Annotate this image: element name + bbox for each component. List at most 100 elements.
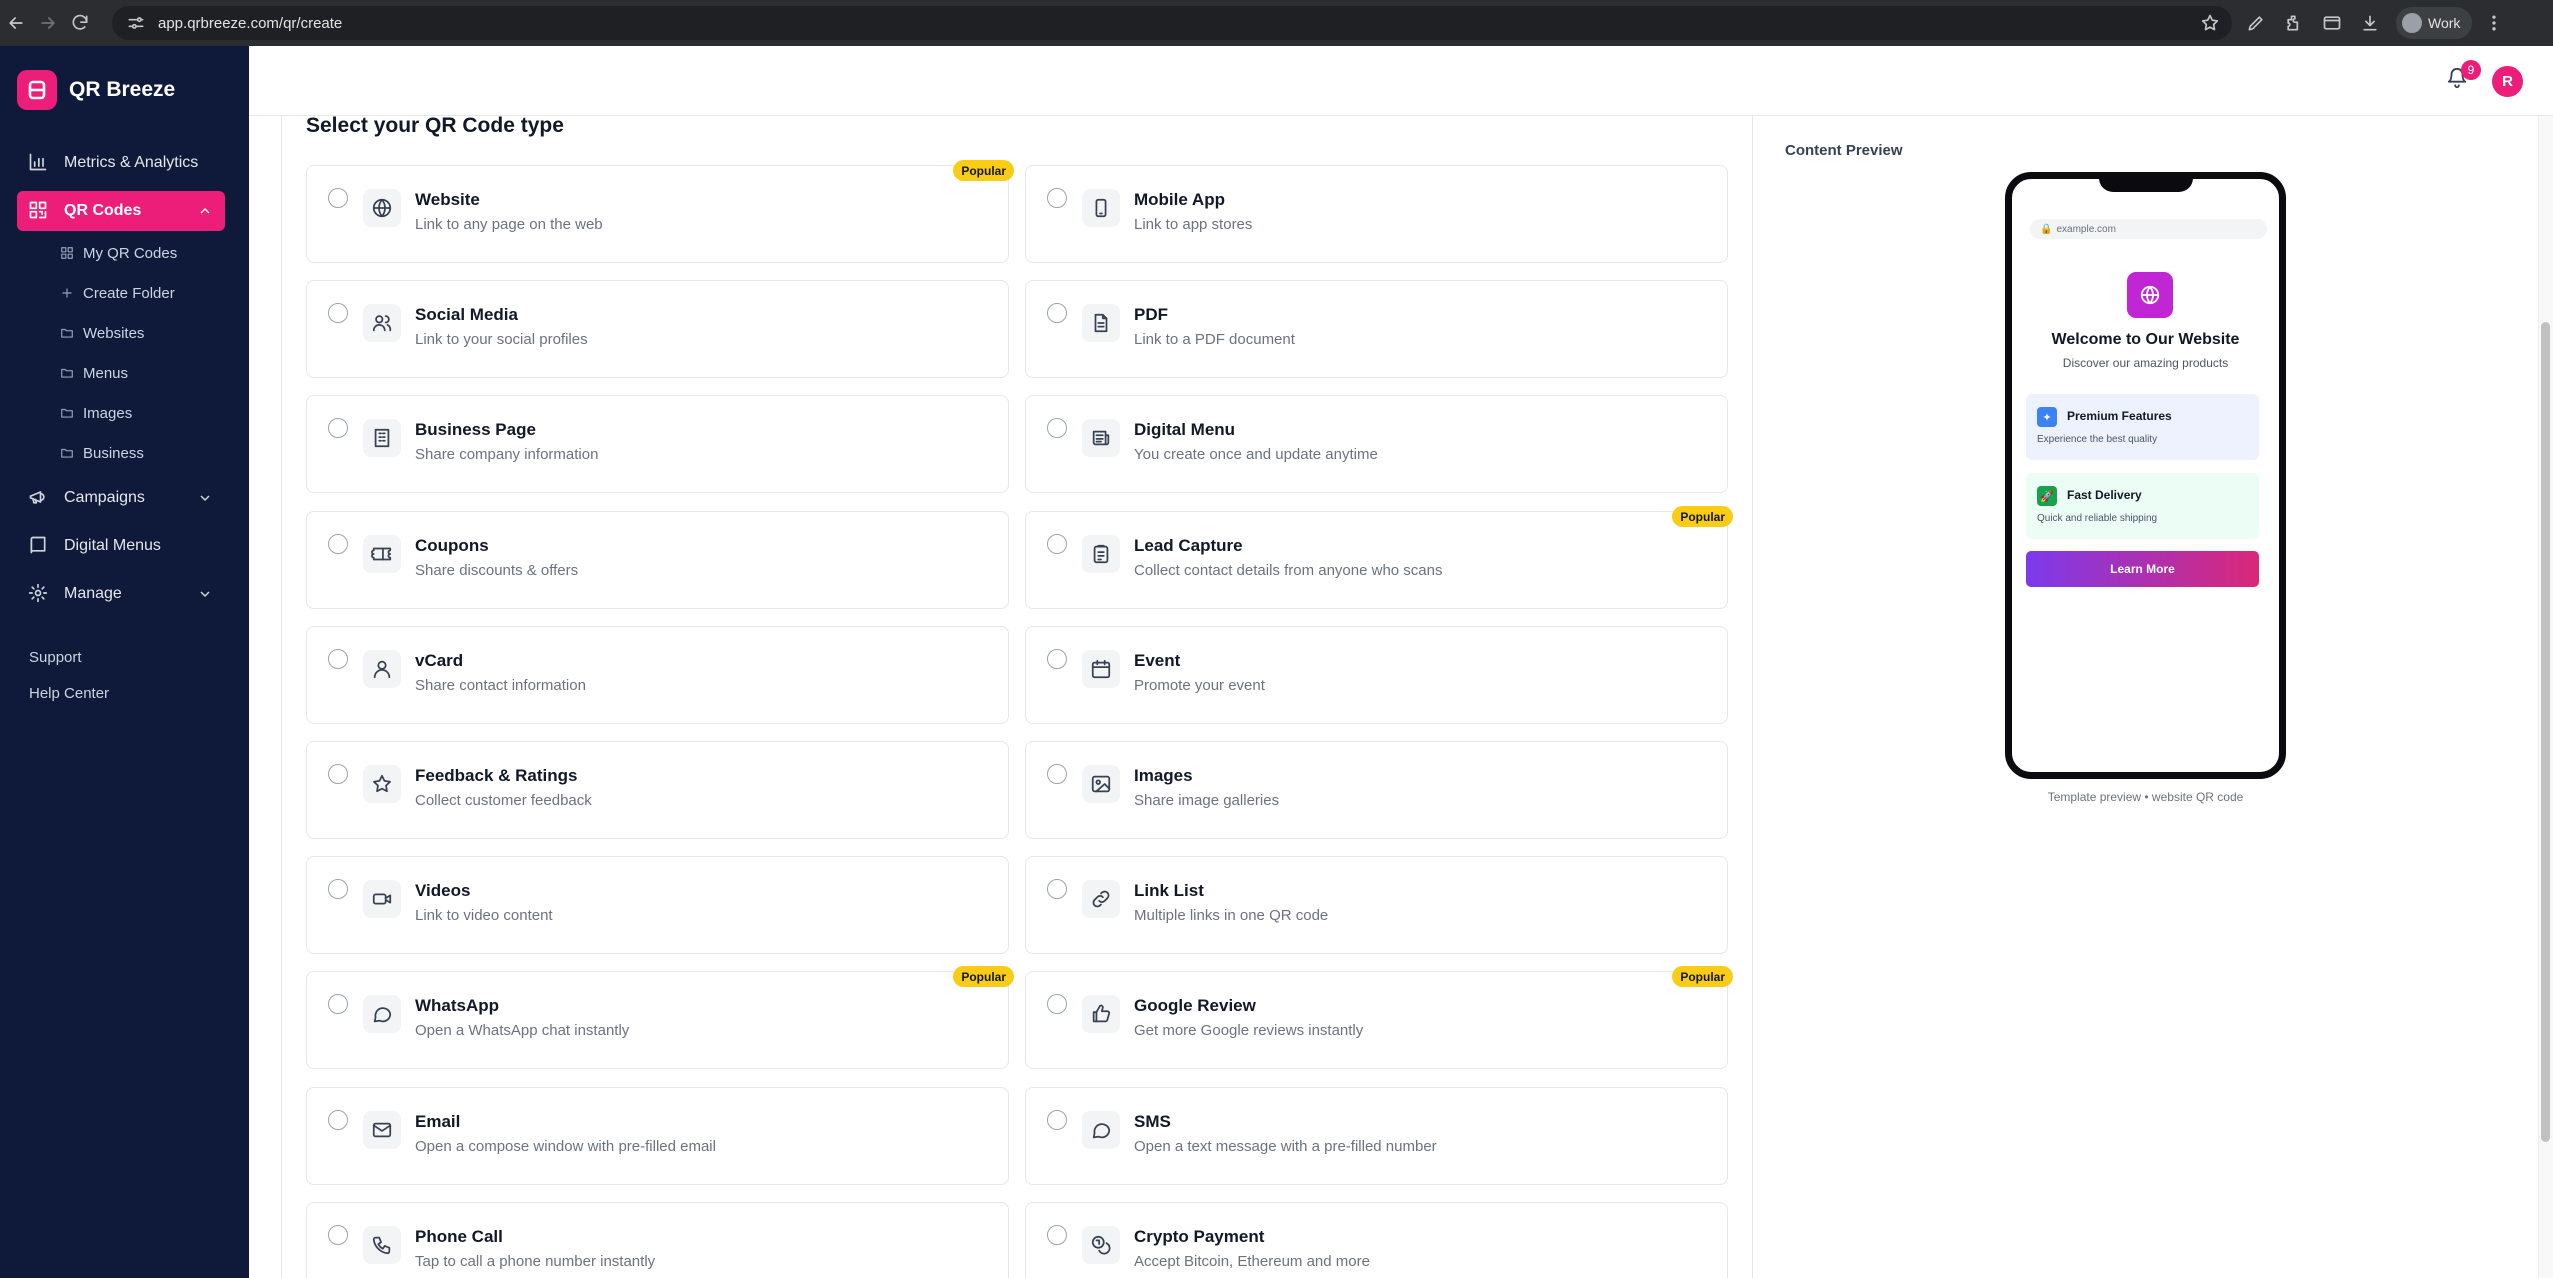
qr-type-card-phone-call[interactable]: Phone Call Tap to call a phone number ins… <box>306 1202 1009 1278</box>
sidebar-item-metrics[interactable]: Metrics & Analytics <box>17 143 225 183</box>
brand[interactable]: QR Breeze <box>17 70 175 110</box>
sidebar-item-campaigns[interactable]: Campaigns <box>17 478 225 518</box>
qr-type-card-sms[interactable]: SMS Open a text message with a pre-filled… <box>1025 1087 1728 1185</box>
qr-type-title: Images <box>1134 766 1193 785</box>
qr-type-card-event[interactable]: Event Promote your event <box>1025 626 1728 724</box>
qr-type-radio[interactable] <box>1047 994 1067 1014</box>
qr-type-card-videos[interactable]: Videos Link to video content <box>306 856 1009 954</box>
qr-type-card-email[interactable]: Email Open a compose window with pre-fill… <box>306 1087 1009 1185</box>
qr-type-radio[interactable] <box>1047 879 1067 899</box>
pen-icon[interactable] <box>2240 7 2272 39</box>
qr-type-card-lead-capture[interactable]: Lead Capture Collect contact details from… <box>1025 506 1733 609</box>
plus-icon <box>62 288 72 298</box>
qr-type-radio[interactable] <box>1047 303 1067 323</box>
qr-type-radio[interactable] <box>1047 188 1067 208</box>
qr-type-card-whatsapp[interactable]: WhatsApp Open a WhatsApp chat instantly Po… <box>306 966 1014 1069</box>
sidebar-subitem-images[interactable]: Images <box>60 398 132 428</box>
tab-search-icon[interactable] <box>2316 7 2348 39</box>
sidebar-subitem-my-qr-codes[interactable]: My QR Codes <box>60 238 177 268</box>
qr-type-card-vcard[interactable]: vCard Share contact information <box>306 626 1009 724</box>
qr-type-card-social-media[interactable]: Social Media Link to your social profiles <box>306 280 1009 378</box>
qr-type-card-coupons[interactable]: Coupons Share discounts & offers <box>306 511 1009 609</box>
qr-type-radio[interactable] <box>328 1110 348 1130</box>
browser-actions: Work <box>2240 7 2510 39</box>
feature-title: Fast Delivery <box>2067 488 2142 502</box>
qr-type-description: Link to any page on the web <box>415 216 603 233</box>
qr-type-card-mobile-app[interactable]: Mobile App Link to app stores <box>1025 165 1728 263</box>
qr-type-radio[interactable] <box>1047 534 1067 554</box>
sidebar-subitem-websites[interactable]: Websites <box>60 318 144 348</box>
profile-chip[interactable]: Work <box>2396 7 2473 39</box>
qr-type-card-pdf[interactable]: PDF Link to a PDF document <box>1025 280 1728 378</box>
qr-type-description: You create once and update anytime <box>1134 446 1378 463</box>
qr-type-radio[interactable] <box>1047 1225 1067 1245</box>
qr-type-radio[interactable] <box>328 303 348 323</box>
back-icon[interactable] <box>0 7 32 39</box>
qr-type-radio[interactable] <box>1047 418 1067 438</box>
feature-desc: Experience the best quality <box>2037 434 2158 445</box>
menu-dots-icon[interactable] <box>2478 7 2510 39</box>
qr-type-description: Collect contact details from anyone who … <box>1134 562 1443 579</box>
sidebar-item-qr-codes[interactable]: QR Codes <box>17 191 225 231</box>
qr-type-radio[interactable] <box>328 418 348 438</box>
sidebar-subitem-business[interactable]: Business <box>60 438 144 468</box>
qr-type-title: WhatsApp <box>415 996 500 1015</box>
support-link[interactable]: Support <box>29 649 82 666</box>
qr-type-description: Link to your social profiles <box>415 331 588 348</box>
phone-icon <box>363 1226 401 1264</box>
sidebar-item-digital-menus[interactable]: Digital Menus <box>17 526 225 566</box>
qr-type-title: SMS <box>1134 1112 1171 1131</box>
qr-type-title: Google Review <box>1134 996 1256 1015</box>
popular-badge: Popular <box>1672 506 1733 527</box>
sidebar: QR Breeze Metrics & Analytics QR Codes M… <box>0 46 249 1278</box>
qr-type-title: Social Media <box>415 305 518 324</box>
globe-icon <box>363 189 401 227</box>
qr-type-radio[interactable] <box>328 534 348 554</box>
chevron-up-icon <box>197 203 213 219</box>
sidebar-subitem-label: My QR Codes <box>83 244 178 262</box>
phone-url-bar: 🔒 example.com <box>2030 219 2267 239</box>
user-avatar[interactable]: R <box>2492 66 2523 97</box>
qr-type-radio[interactable] <box>1047 764 1067 784</box>
forward-icon[interactable] <box>32 7 64 39</box>
qr-type-radio[interactable] <box>328 1225 348 1245</box>
sidebar-item-label: QR Codes <box>64 202 142 219</box>
site-settings-icon[interactable] <box>120 7 152 39</box>
notification-badge: 9 <box>2461 60 2481 80</box>
qr-type-radio[interactable] <box>1047 649 1067 669</box>
qr-type-card-crypto-payment[interactable]: Crypto Payment Accept Bitcoin, Ethereum a… <box>1025 1202 1728 1278</box>
sidebar-item-manage[interactable]: Manage <box>17 574 225 614</box>
qr-type-radio[interactable] <box>328 994 348 1014</box>
image-icon <box>1082 765 1120 803</box>
qr-type-radio[interactable] <box>1047 1110 1067 1130</box>
qr-type-title: Feedback & Ratings <box>415 766 578 785</box>
profile-avatar-icon <box>2402 13 2422 33</box>
qr-type-card-website[interactable]: Website Link to any page on the web Popula… <box>306 160 1014 263</box>
help-center-link[interactable]: Help Center <box>29 685 109 702</box>
sidebar-subitem-label: Websites <box>83 324 145 342</box>
phone-url-text: example.com <box>2056 223 2116 235</box>
qr-type-card-google-review[interactable]: Google Review Get more Google reviews ins… <box>1025 966 1733 1069</box>
qr-type-card-images[interactable]: Images Share image galleries <box>1025 741 1728 839</box>
sidebar-subitem-label: Menus <box>83 364 129 382</box>
qr-type-radio[interactable] <box>328 764 348 784</box>
sidebar-subitem-create-folder[interactable]: Create Folder <box>60 278 175 308</box>
chevron-down-icon <box>197 586 213 602</box>
sidebar-subitem-menus[interactable]: Menus <box>60 358 128 388</box>
qr-type-radio[interactable] <box>328 188 348 208</box>
qr-type-card-digital-menu[interactable]: Digital Menu You create once and update a… <box>1025 395 1728 493</box>
qr-type-card-feedback-ratings[interactable]: Feedback & Ratings Collect customer feedb… <box>306 741 1009 839</box>
qr-type-radio[interactable] <box>328 649 348 669</box>
address-bar[interactable]: app.qrbreeze.com/qr/create <box>112 6 2232 40</box>
qr-type-card-link-list[interactable]: Link List Multiple links in one QR code <box>1025 856 1728 954</box>
extensions-icon[interactable] <box>2278 7 2310 39</box>
sidebar-item-label: Manage <box>64 585 122 602</box>
reload-icon[interactable] <box>64 7 96 39</box>
bookmark-star-icon[interactable] <box>2194 7 2226 39</box>
download-icon[interactable] <box>2354 7 2386 39</box>
scrollbar-thumb[interactable] <box>2541 322 2550 1142</box>
qr-type-card-business-page[interactable]: Business Page Share company information <box>306 395 1009 493</box>
qr-type-radio[interactable] <box>328 879 348 899</box>
url-text[interactable]: app.qrbreeze.com/qr/create <box>158 15 342 32</box>
sidebar-item-label: Campaigns <box>64 489 145 506</box>
